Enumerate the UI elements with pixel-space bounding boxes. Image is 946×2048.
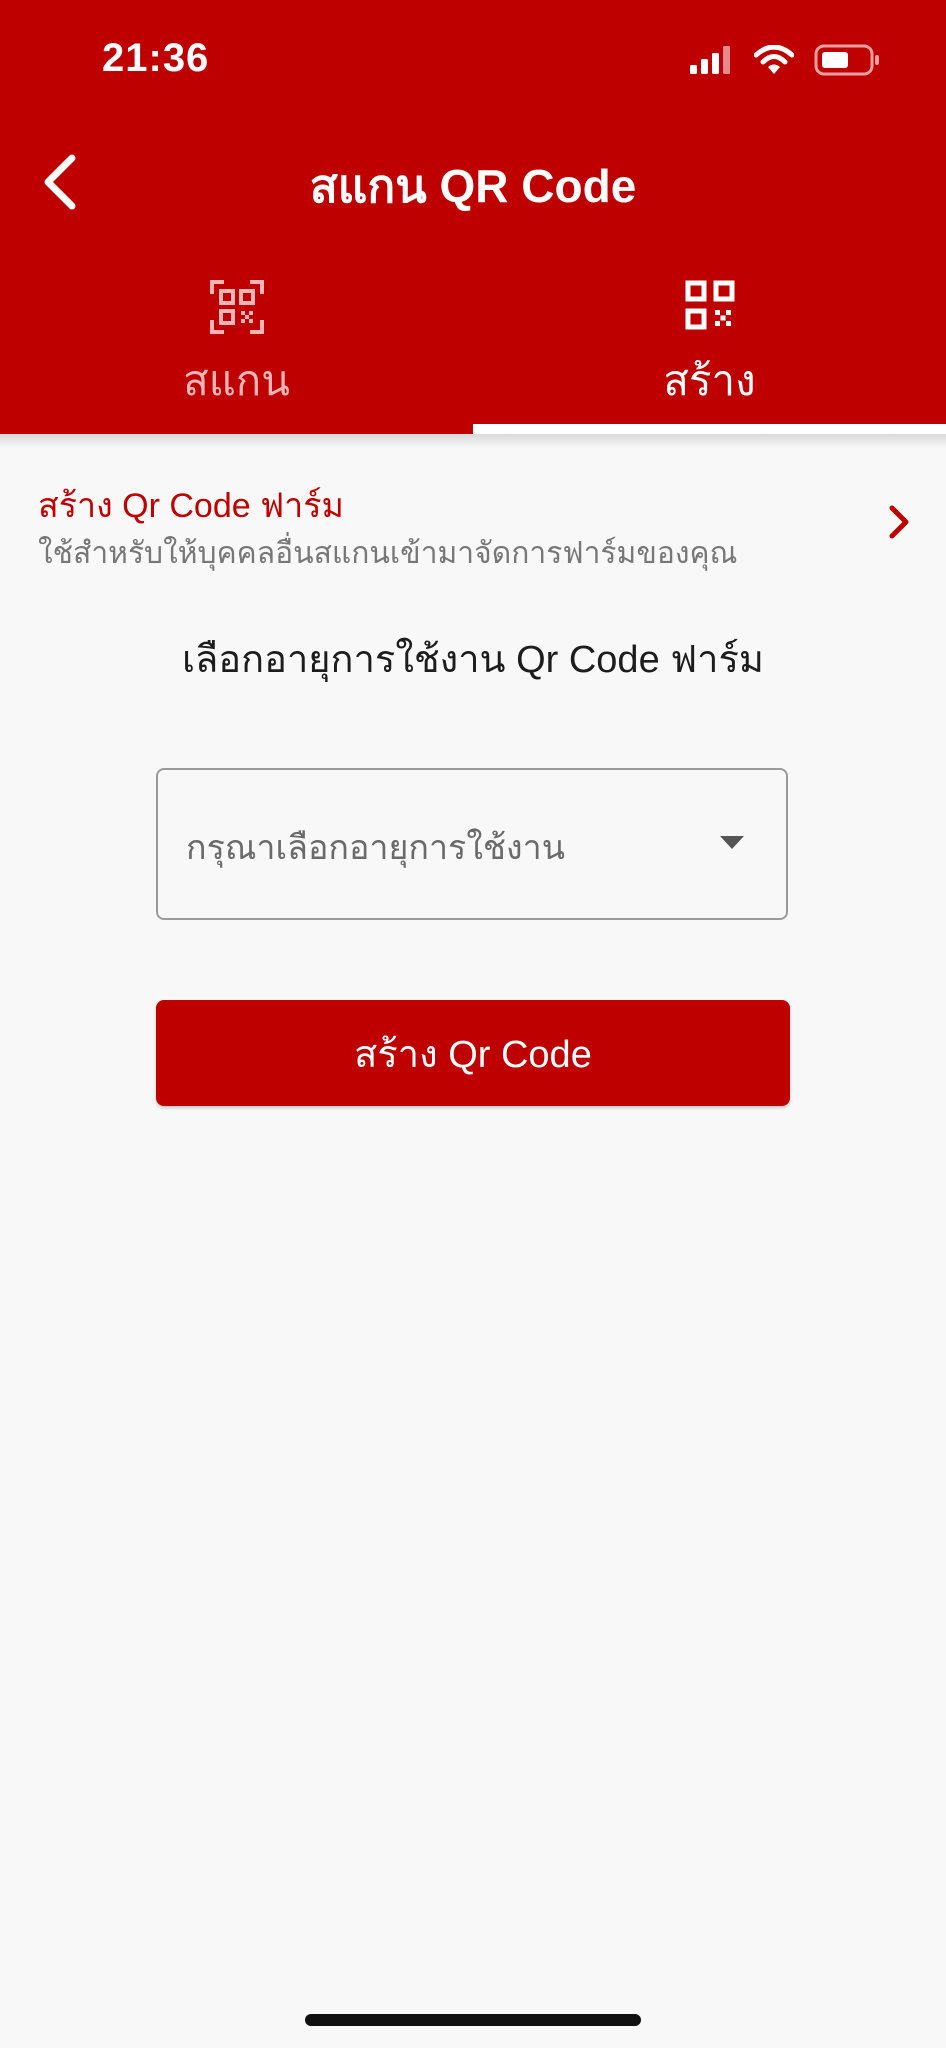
create-farm-qr-subtitle: ใช้สำหรับให้บุคคลอื่นสแกนเข้ามาจัดการฟาร… — [38, 537, 738, 570]
page-title: สแกน QR Code — [309, 160, 637, 212]
cellular-signal-icon — [690, 46, 734, 78]
tab-scan[interactable]: สแกน — [0, 268, 473, 434]
chevron-right-icon — [888, 504, 910, 544]
duration-select[interactable]: กรุณาเลือกอายุการใช้งาน — [156, 768, 788, 920]
tab-bar: สแกน สร้าง — [0, 268, 946, 434]
create-farm-qr-title: สร้าง Qr Code ฟาร์ม — [38, 487, 344, 525]
duration-select-placeholder: กรุณาเลือกอายุการใช้งาน — [186, 829, 565, 867]
tab-create[interactable]: สร้าง — [473, 268, 946, 434]
create-farm-qr-link[interactable]: สร้าง Qr Code ฟาร์ม ใช้สำหรับให้บุคคลอื่… — [0, 468, 946, 578]
wifi-icon — [753, 44, 795, 79]
tab-scan-label: สแกน — [183, 357, 290, 404]
tab-create-label: สร้าง — [663, 357, 756, 404]
battery-icon — [814, 44, 880, 80]
caret-down-icon — [720, 836, 744, 849]
duration-heading: เลือกอายุการใช้งาน Qr Code ฟาร์ม — [182, 639, 764, 681]
qr-code-icon — [685, 280, 735, 334]
home-indicator — [305, 2014, 641, 2026]
app-header: 21:36 สแกน QR Code สแกน สร้าง — [0, 0, 946, 434]
header-shadow — [0, 434, 946, 448]
qr-scan-icon — [209, 280, 264, 338]
status-icons — [690, 44, 880, 80]
status-time: 21:36 — [102, 36, 210, 80]
create-qr-button[interactable]: สร้าง Qr Code — [156, 1000, 790, 1106]
active-tab-indicator — [473, 424, 946, 434]
